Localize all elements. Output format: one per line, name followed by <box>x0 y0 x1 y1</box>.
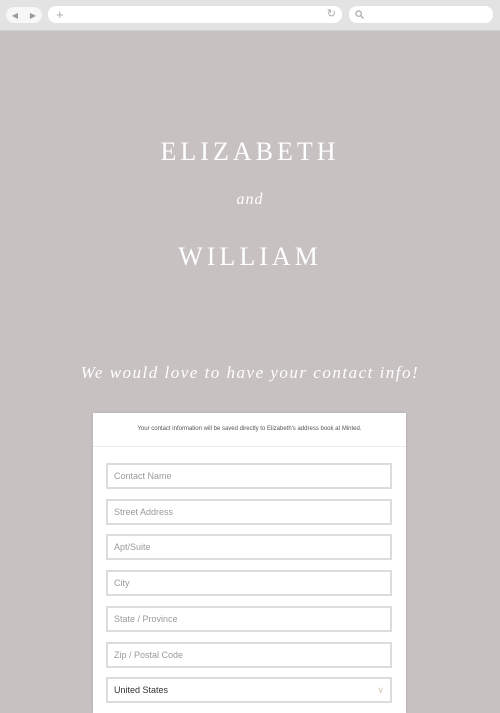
address-book-note: Your contact information will be saved d… <box>93 413 406 447</box>
forward-button[interactable]: ▶ <box>30 11 36 20</box>
first-name-heading: ELIZABETH <box>160 137 340 166</box>
search-bar[interactable] <box>349 6 493 23</box>
zip-postal-code-input[interactable]: Zip / Postal Code <box>106 642 392 668</box>
chevron-down-icon: ∨ <box>377 685 384 695</box>
and-connector: and <box>236 191 264 208</box>
apt-suite-input[interactable]: Apt/Suite <box>106 534 392 560</box>
address-bar[interactable]: + ↻ <box>48 6 342 23</box>
nav-buttons: ◀ ▶ <box>6 7 42 23</box>
reload-icon[interactable]: ↻ <box>327 6 336 23</box>
country-value: United States <box>114 685 169 695</box>
contact-name-input[interactable]: Contact Name <box>106 463 392 489</box>
back-button[interactable]: ◀ <box>12 11 18 20</box>
browser-toolbar: ◀ ▶ + ↻ <box>0 0 500 31</box>
second-name-heading: WILLIAM <box>178 242 322 271</box>
state-province-input[interactable]: State / Province <box>106 606 392 632</box>
contact-form-card: Your contact information will be saved d… <box>93 413 406 713</box>
search-icon <box>355 10 364 19</box>
new-tab-icon[interactable]: + <box>56 6 64 23</box>
street-address-input[interactable]: Street Address <box>106 499 392 525</box>
country-select[interactable]: United States ∨ <box>106 677 392 703</box>
city-input[interactable]: City <box>106 570 392 596</box>
contact-tagline: We would love to have your contact info! <box>80 363 420 382</box>
